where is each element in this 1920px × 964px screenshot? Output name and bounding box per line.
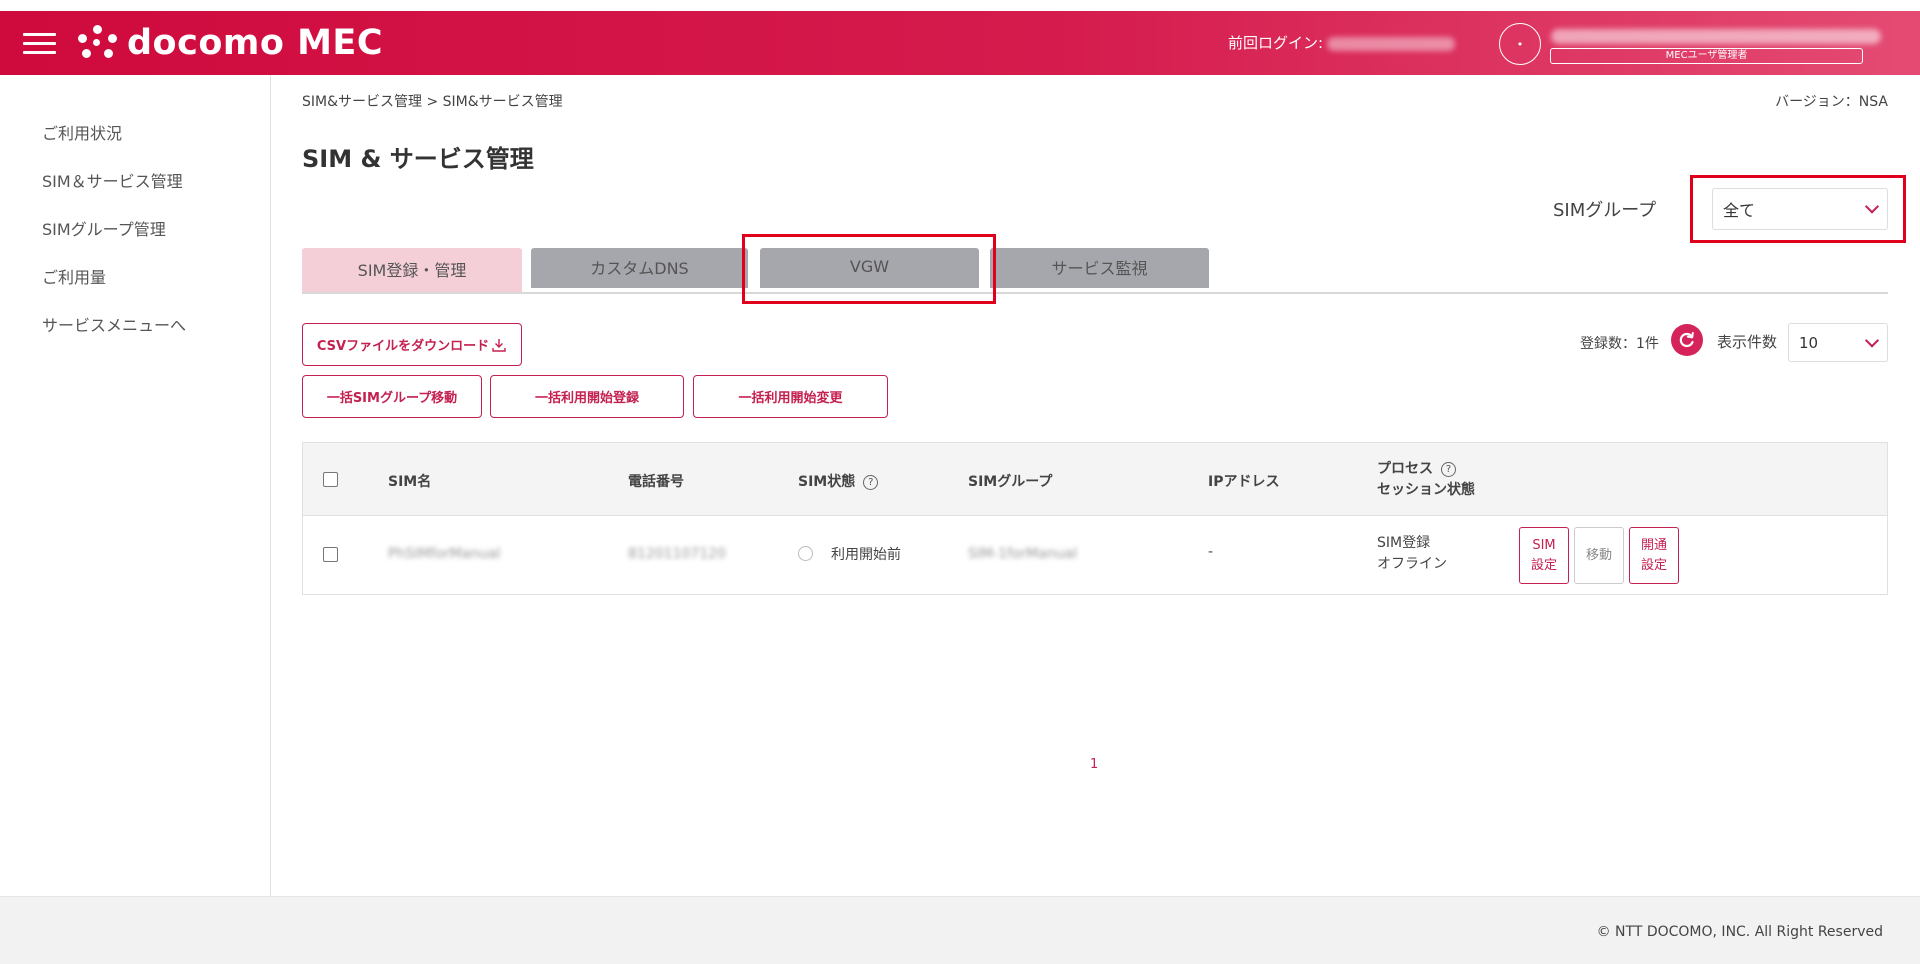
per-page-value: 10 (1799, 333, 1819, 352)
sidebar-item-sim-service[interactable]: SIM＆サービス管理 (42, 171, 183, 193)
sidebar-item-sim-group[interactable]: SIMグループ管理 (42, 219, 166, 241)
account-name-redacted[interactable] (1551, 29, 1881, 44)
bulk-start-register-button[interactable]: 一括利用開始登録 (490, 375, 684, 418)
process-status: SIM登録 (1377, 535, 1431, 551)
per-page-select[interactable]: 10 (1788, 323, 1888, 362)
sim-name-cell: PhSIMforManual (388, 546, 501, 562)
sidebar-item-usage-amount[interactable]: ご利用量 (42, 267, 106, 289)
header-ip-address[interactable]: IPアドレス (1208, 471, 1279, 491)
version-label: バージョン：NSA (1775, 94, 1888, 110)
footer: © NTT DOCOMO, INC. All Right Reserved (0, 896, 1920, 964)
registration-count: 登録数：1件 (1580, 336, 1659, 352)
tab-service-monitoring[interactable]: サービス監視 (990, 248, 1209, 288)
copyright: © NTT DOCOMO, INC. All Right Reserved (1596, 924, 1883, 940)
header-sim-status[interactable]: SIM状態? (798, 471, 879, 491)
row-checkbox[interactable] (323, 547, 338, 562)
sidebar-item-service-menu[interactable]: サービスメニューへ (42, 315, 186, 337)
help-icon[interactable]: ? (863, 474, 879, 490)
header-process-label: プロセス (1377, 461, 1433, 477)
related-settings-button[interactable]: 開通 設定 (1629, 527, 1679, 584)
last-login-value-redacted (1327, 36, 1456, 51)
process-session-cell: SIM登録 オフライン (1377, 533, 1447, 575)
role-badge: MECユーザ管理者 (1550, 48, 1863, 64)
bulk-start-change-button[interactable]: 一括利用開始変更 (693, 375, 888, 418)
avatar[interactable]: • (1499, 23, 1541, 65)
header-sim-name[interactable]: SIM名 (388, 471, 431, 491)
header-session-label: セッション状態 (1377, 482, 1475, 498)
csv-download-label: CSVファイルをダウンロード (316, 339, 490, 354)
breadcrumb: SIM&サービス管理 > SIM&サービス管理 (302, 94, 563, 110)
last-login: 前回ログイン: (1228, 33, 1456, 53)
sim-table: SIM名 電話番号 SIM状態? SIMグループ IPアドレス プロセス? セッ… (302, 442, 1888, 595)
sidebar: ご利用状況 SIM＆サービス管理 SIMグループ管理 ご利用量 サービスメニュー… (0, 75, 271, 896)
help-icon[interactable]: ? (1441, 461, 1456, 477)
ip-address-cell: - (1208, 544, 1214, 560)
header-sim-group[interactable]: SIMグループ (968, 471, 1052, 491)
select-all-checkbox[interactable] (323, 472, 338, 487)
header-sim-status-label: SIM状態 (798, 474, 856, 490)
refresh-button[interactable] (1671, 324, 1703, 356)
chevron-down-icon (1864, 199, 1880, 214)
sim-group-select-value: 全て (1723, 201, 1756, 220)
header-process: プロセス? セッション状態 (1377, 459, 1475, 501)
phone-cell: 81201107120 (628, 546, 726, 562)
sim-group-select[interactable]: 全て (1712, 188, 1888, 230)
csv-download-button[interactable]: CSVファイルをダウンロード (302, 323, 522, 366)
sidebar-item-usage-status[interactable]: ご利用状況 (42, 123, 122, 145)
app-header: docomo MEC 前回ログイン: • MECユーザ管理者 (0, 11, 1920, 75)
sim-group-label: SIMグループ (1553, 200, 1657, 221)
per-page-label: 表示件数 (1717, 333, 1778, 351)
sim-status-cell: 利用開始前 (831, 547, 901, 563)
menu-icon[interactable] (23, 33, 56, 55)
pagination-page-1[interactable]: 1 (1090, 757, 1098, 772)
page-title: SIM & サービス管理 (302, 145, 534, 173)
header-phone[interactable]: 電話番号 (628, 471, 684, 491)
sim-settings-button[interactable]: SIM 設定 (1519, 527, 1569, 584)
top-strip (0, 0, 1920, 11)
docomo-logo-icon (78, 25, 118, 61)
refresh-icon (1679, 332, 1694, 348)
tab-custom-dns[interactable]: カスタムDNS (531, 248, 748, 288)
sim-group-cell: SIM-1forManual (968, 546, 1078, 562)
move-button[interactable]: 移動 (1574, 527, 1624, 584)
last-login-label: 前回ログイン: (1228, 34, 1324, 52)
tab-sim-registration[interactable]: SIM登録・管理 (302, 248, 522, 293)
table-header: SIM名 電話番号 SIM状態? SIMグループ IPアドレス プロセス? セッ… (303, 443, 1887, 516)
status-indicator-icon (798, 546, 813, 561)
bulk-group-move-button[interactable]: 一括SIMグループ移動 (302, 375, 482, 418)
session-status: オフライン (1377, 556, 1447, 572)
download-icon (492, 338, 506, 352)
highlight-box-vgw-tab (742, 234, 996, 304)
brand-logo-text: docomo MEC (127, 23, 384, 63)
tab-underline (302, 292, 1888, 294)
chevron-down-icon (1864, 332, 1880, 348)
